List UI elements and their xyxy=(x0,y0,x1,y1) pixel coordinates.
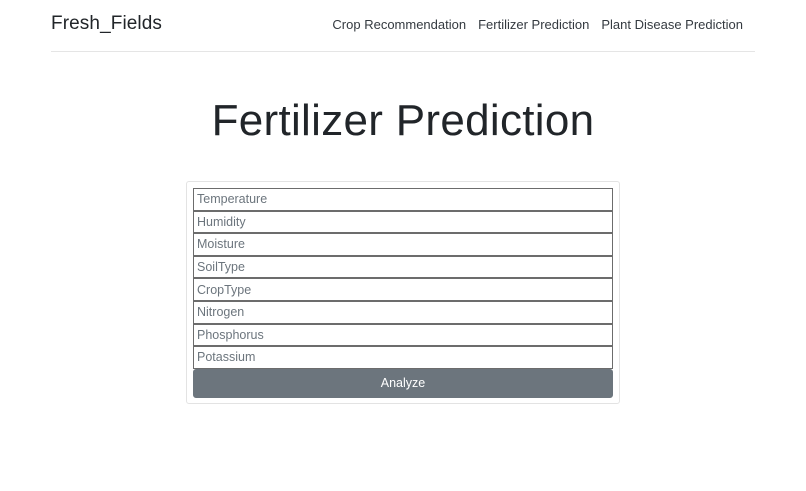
brand-link[interactable]: Fresh_Fields xyxy=(51,13,162,35)
nitrogen-input[interactable] xyxy=(193,300,613,324)
humidity-input[interactable] xyxy=(193,210,613,234)
nav-link-crop-recommendation[interactable]: Crop Recommendation xyxy=(332,17,466,32)
moisture-input[interactable] xyxy=(193,233,613,256)
crop-type-input[interactable] xyxy=(193,278,613,301)
nav-link-plant-disease-prediction[interactable]: Plant Disease Prediction xyxy=(601,17,743,32)
phosphorus-input[interactable] xyxy=(193,323,613,347)
navbar: Fresh_Fields Crop Recommendation Fertili… xyxy=(51,0,755,52)
analyze-button[interactable]: Analyze xyxy=(193,368,613,398)
nav-links: Crop Recommendation Fertilizer Predictio… xyxy=(332,17,743,32)
nav-link-fertilizer-prediction[interactable]: Fertilizer Prediction xyxy=(478,17,589,32)
potassium-input[interactable] xyxy=(193,346,613,369)
page-title: Fertilizer Prediction xyxy=(211,96,595,145)
temperature-input[interactable] xyxy=(193,188,613,211)
soil-type-input[interactable] xyxy=(193,255,613,279)
fertilizer-form: Analyze xyxy=(186,181,620,404)
